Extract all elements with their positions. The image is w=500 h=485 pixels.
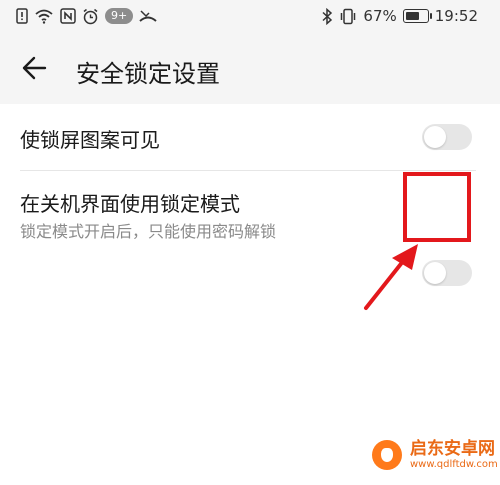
watermark-url: www.qdlftdw.com (410, 458, 498, 470)
battery-icon (402, 9, 432, 23)
alarm-icon (82, 8, 99, 25)
watermark-text: 启东安卓网 (410, 439, 495, 460)
sim-alert-icon (16, 8, 28, 24)
setting-title: 在关机界面使用锁定模式 (20, 192, 240, 216)
back-button[interactable] (14, 50, 54, 90)
notification-badge: 9+ (105, 8, 134, 24)
status-bar: 9+ 67% 19:52 (0, 0, 500, 32)
toggle-knob (424, 126, 446, 148)
setting-subtitle: 锁定模式开启后，只能使用密码解锁 (20, 222, 277, 241)
settings-list: 使锁屏图案可见 在关机界面使用锁定模式 锁定模式开启后，只能使用密码解锁 (0, 104, 500, 485)
watermark-logo-icon (372, 440, 402, 470)
status-bar-left: 9+ (16, 4, 157, 28)
status-bar-right: 67% 19:52 (321, 4, 478, 28)
battery-percent: 67% (363, 7, 397, 25)
visible-pattern-toggle[interactable] (422, 124, 472, 150)
page-title: 安全锁定设置 (76, 60, 220, 88)
bluetooth-icon (321, 7, 333, 25)
watermark: 启东安卓网 www.qdlftdw.com (372, 440, 498, 470)
vibrate-icon (339, 8, 357, 25)
setting-title: 使锁屏图案可见 (20, 128, 160, 152)
arrow-left-icon (20, 54, 48, 86)
annotation-arrow-icon (360, 240, 422, 316)
app-bar: 安全锁定设置 (0, 32, 500, 104)
status-time: 19:52 (434, 7, 478, 25)
nfc-icon (60, 8, 76, 24)
setting-row-visible-pattern[interactable]: 使锁屏图案可见 (0, 104, 500, 170)
wifi-icon (34, 8, 54, 24)
battery-fill (405, 12, 419, 20)
annotation-highlight-box (403, 172, 471, 242)
toggle-knob (424, 262, 446, 284)
lockdown-mode-toggle[interactable] (422, 260, 472, 286)
missed-call-icon (139, 8, 157, 24)
